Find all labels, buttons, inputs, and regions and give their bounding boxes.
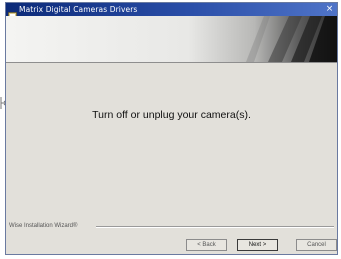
header-banner <box>6 16 337 63</box>
cancel-button[interactable]: Cancel <box>296 239 337 251</box>
close-icon[interactable]: × <box>325 5 334 14</box>
back-button[interactable]: < Back <box>186 239 227 251</box>
footer-label: Wise Installation Wizard® <box>9 223 78 229</box>
screen: Matrix Digital Cameras Drivers × Turn of… <box>0 0 341 259</box>
installer-icon <box>8 5 17 19</box>
next-button[interactable]: Next > <box>237 239 278 251</box>
window-title: Matrix Digital Cameras Drivers <box>19 5 138 14</box>
instruction-text: Turn off or unplug your camera(s). <box>92 109 251 121</box>
installer-dialog: Matrix Digital Cameras Drivers × Turn of… <box>5 2 338 255</box>
footer-divider <box>96 226 334 228</box>
title-bar[interactable]: Matrix Digital Cameras Drivers × <box>6 3 337 19</box>
